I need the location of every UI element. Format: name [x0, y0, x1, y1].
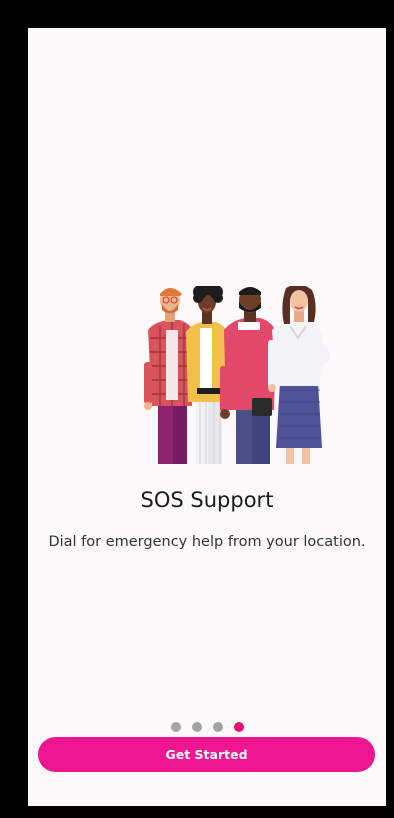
get-started-button[interactable]: Get Started [38, 737, 375, 772]
page-title: SOS Support [140, 488, 274, 512]
group-of-people-illustration [144, 286, 330, 464]
person-1 [144, 288, 194, 464]
page-dot-4-active[interactable] [233, 722, 244, 732]
device-frame: SOS Support Dial for emergency help from… [0, 0, 394, 818]
page-description: Dial for emergency help from your locati… [48, 534, 366, 550]
person-3 [220, 287, 276, 464]
person-4 [268, 286, 330, 464]
onboarding-screen: SOS Support Dial for emergency help from… [28, 28, 386, 806]
page-dot-2[interactable] [191, 722, 202, 732]
page-dot-3[interactable] [212, 722, 223, 732]
page-dot-1[interactable] [170, 722, 181, 732]
page-indicator [28, 722, 386, 732]
